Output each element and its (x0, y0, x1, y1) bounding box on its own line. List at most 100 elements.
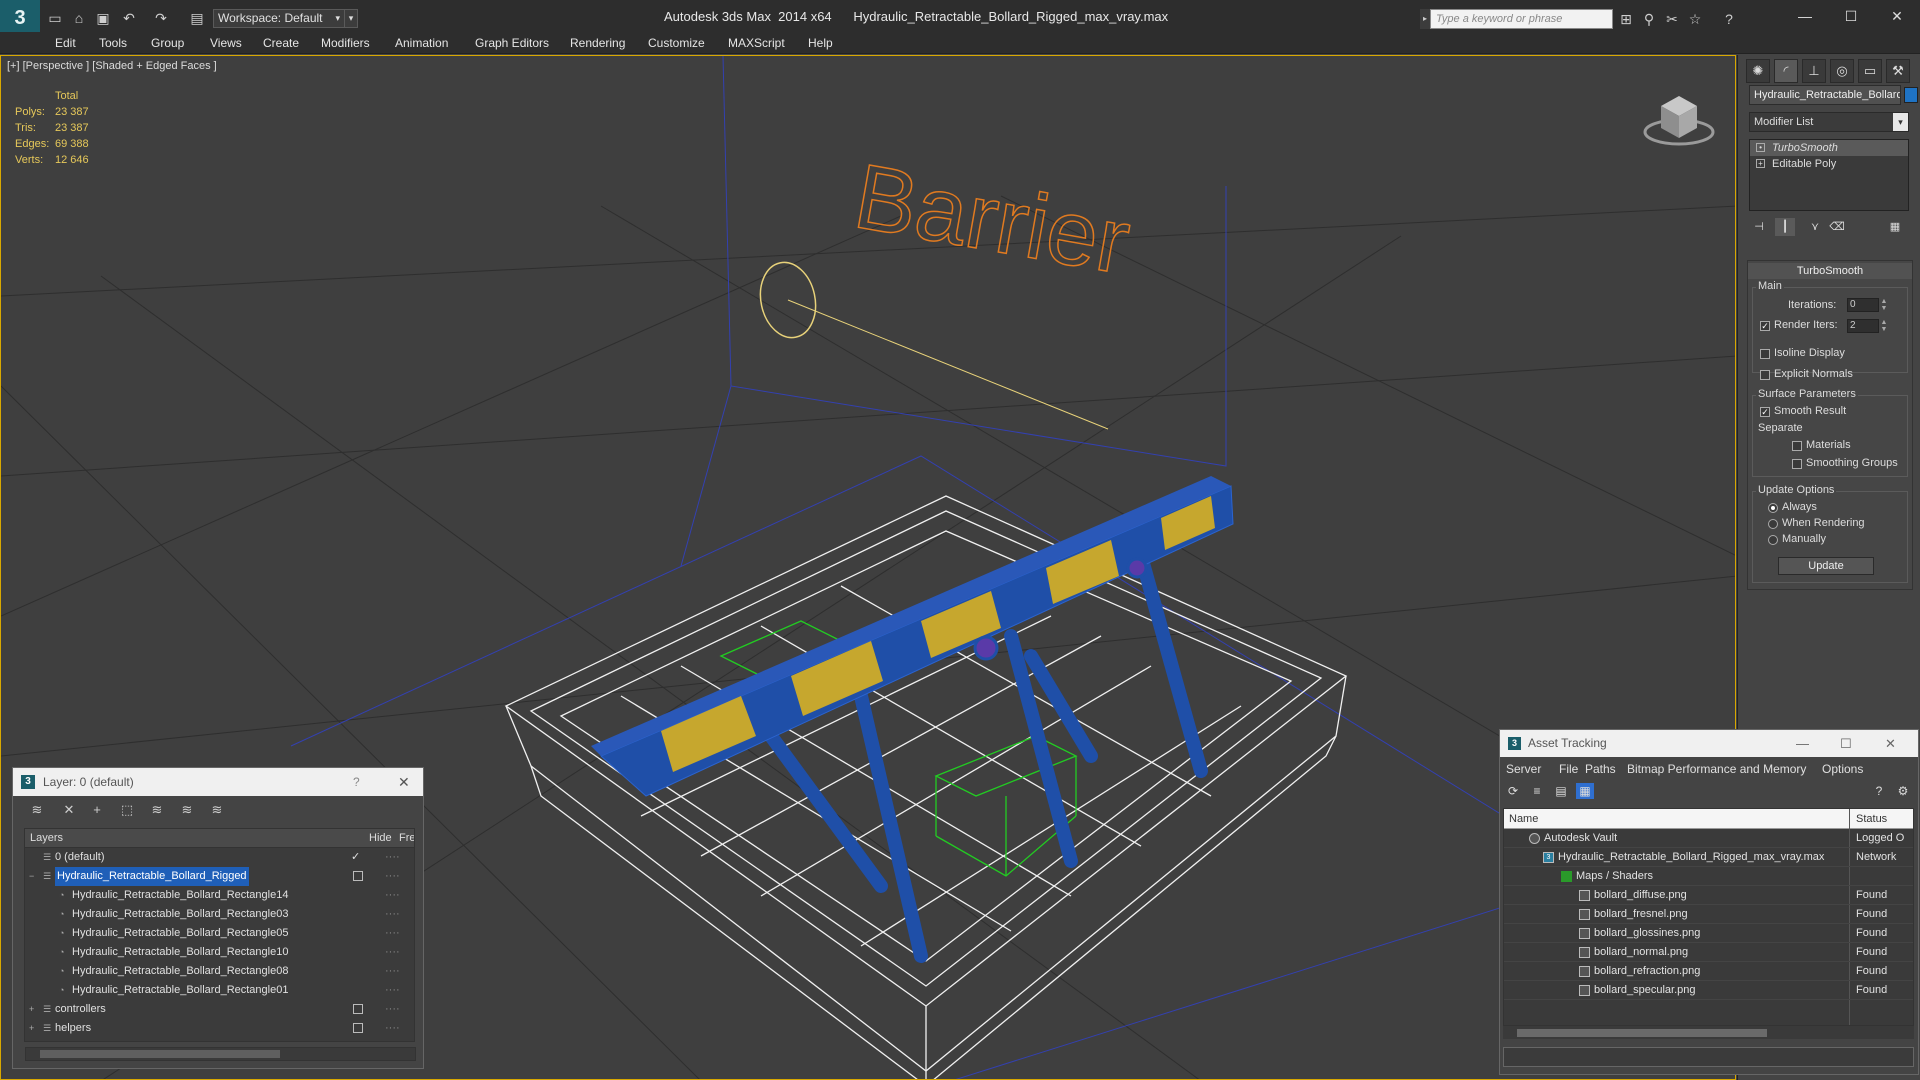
layer-list[interactable]: Layers Hide Free ☰0 (default)✓······ −☰H… (24, 828, 415, 1042)
maximize-button[interactable]: ☐ (1828, 4, 1874, 28)
hide-toggle[interactable]: ···· (385, 886, 400, 905)
asset-row[interactable]: 3 Hydraulic_Retractable_Bollard_Rigged_ma… (1504, 848, 1913, 867)
create-tab-icon[interactable]: ✺ (1746, 59, 1770, 83)
freeze-toggle[interactable]: ·· (413, 848, 414, 867)
isoline-display-checkbox[interactable] (1760, 349, 1770, 359)
refresh-icon[interactable]: ⟳ (1504, 783, 1522, 799)
menu-edit[interactable]: Edit (55, 36, 76, 50)
utilities-tab-icon[interactable]: ⚒ (1886, 59, 1910, 83)
hide-toggle[interactable] (353, 871, 363, 881)
layer-row[interactable]: ◔ Hydraulic_Retractable_Bollard_Rectangle… (25, 905, 414, 924)
spinner-arrows-icon[interactable]: ▲ ▼ (1880, 319, 1888, 333)
expand-icon[interactable]: + (29, 1019, 34, 1038)
hierarchy-tab-icon[interactable]: ⊥ (1802, 59, 1826, 83)
modify-tab-icon[interactable]: ◜ (1774, 59, 1798, 83)
menu-rendering[interactable]: Rendering (570, 36, 625, 50)
search-expand-icon[interactable]: ▸ (1420, 9, 1430, 29)
object-name-field[interactable]: Hydraulic_Retractable_Bollard (1749, 85, 1901, 105)
column-freeze[interactable]: Free (399, 832, 414, 844)
hide-toggle[interactable]: ···· (385, 924, 400, 943)
explicit-normals-checkbox[interactable] (1760, 370, 1770, 380)
barrier-text-shape[interactable]: Barrier (847, 144, 1138, 294)
layer-row[interactable]: ☰0 (default)✓······ (25, 848, 414, 867)
settings-icon[interactable]: ⚙ (1894, 783, 1912, 799)
open-file-icon[interactable]: ⌂ (70, 9, 88, 27)
scrollbar-thumb[interactable] (40, 1050, 280, 1058)
maximize-button[interactable]: ☐ (1840, 730, 1852, 757)
stack-item-editable-poly[interactable]: + Editable Poly (1750, 156, 1908, 172)
chevron-down-icon[interactable]: ▾ (1893, 113, 1908, 131)
configure-sets-icon[interactable]: ▦ (1885, 218, 1905, 236)
separate-materials-checkbox[interactable] (1792, 441, 1802, 451)
display-tab-icon[interactable]: ▭ (1858, 59, 1882, 83)
close-button[interactable]: ✕ (398, 768, 410, 796)
close-button[interactable]: ✕ (1874, 4, 1920, 28)
menu-paths[interactable]: Paths (1585, 762, 1616, 776)
menu-options[interactable]: Options (1822, 762, 1863, 776)
horizontal-scrollbar[interactable] (1503, 1025, 1914, 1039)
freeze-toggle[interactable]: ·· (413, 924, 414, 943)
asset-list[interactable]: Name Status Autodesk Vault Logged O 3 Hydr… (1503, 808, 1914, 1026)
freeze-toggle[interactable]: ·· (413, 981, 414, 1000)
smooth-result-checkbox[interactable]: ✓ (1760, 407, 1770, 417)
hide-toggle[interactable] (353, 1004, 363, 1014)
layer-row[interactable]: − ☰ Hydraulic_Retractable_Bollard_Rigged ··… (25, 867, 414, 886)
workspace-menu-icon[interactable]: ▾ (344, 9, 358, 28)
project-folder-icon[interactable]: ▤ (188, 9, 206, 27)
layer-row[interactable]: + ☰ helpers ···· (25, 1019, 414, 1038)
layer-row[interactable]: ◔ Hydraulic_Retractable_Bollard_Rectangle… (25, 943, 414, 962)
rollout-header[interactable]: TurboSmooth (1748, 263, 1912, 279)
undo-icon[interactable]: ↶ (120, 9, 138, 27)
select-objects-icon[interactable]: ⬚ (117, 801, 137, 819)
update-button[interactable]: Update (1778, 557, 1874, 575)
column-name[interactable]: Name (1509, 813, 1538, 825)
hide-toggle[interactable]: ···· (385, 981, 400, 1000)
horizontal-scrollbar[interactable] (25, 1047, 416, 1061)
minimize-button[interactable]: — (1796, 730, 1809, 757)
freeze-toggle[interactable]: ·· (413, 886, 414, 905)
save-file-icon[interactable]: ▣ (94, 9, 112, 27)
freeze-toggle[interactable]: ·· (413, 943, 414, 962)
remove-modifier-icon[interactable]: ⌫ (1827, 218, 1847, 236)
hide-toggle[interactable]: ···· (385, 943, 400, 962)
expand-icon[interactable]: + (29, 1000, 34, 1019)
menu-modifiers[interactable]: Modifiers (321, 36, 370, 50)
hide-toggle[interactable]: ···· (385, 962, 400, 981)
freeze-all-layers-icon[interactable]: ≋ (207, 801, 227, 819)
iterations-spinner[interactable]: 0 (1847, 298, 1879, 312)
layer-row[interactable]: ◔ Hydraulic_Retractable_Bollard_Rectangle… (25, 886, 414, 905)
modifier-stack[interactable]: • TurboSmooth + Editable Poly (1749, 139, 1909, 211)
asset-row[interactable]: Maps / Shaders (1504, 867, 1913, 886)
asset-window-title[interactable]: Asset Tracking (1500, 730, 1918, 757)
freeze-toggle[interactable]: ···· (385, 867, 400, 886)
layer-row[interactable]: ◔ Hydraulic_Retractable_Bollard_Rectangle… (25, 924, 414, 943)
menu-views[interactable]: Views (210, 36, 242, 50)
menu-graph-editors[interactable]: Graph Editors (475, 36, 549, 50)
update-manually-radio[interactable] (1768, 535, 1778, 545)
menu-tools[interactable]: Tools (99, 36, 127, 50)
hide-toggle[interactable]: ···· (385, 905, 400, 924)
menu-help[interactable]: Help (808, 36, 833, 50)
column-layers[interactable]: Layers (30, 832, 63, 844)
list-view-icon[interactable]: ≡ (1528, 783, 1546, 799)
menu-maxscript[interactable]: MAXScript (728, 36, 785, 50)
separate-smoothing-groups-checkbox[interactable] (1792, 459, 1802, 469)
minimize-button[interactable]: — (1782, 4, 1828, 28)
binoculars-icon[interactable]: ⊞ (1617, 10, 1635, 28)
menu-server[interactable]: Server (1506, 762, 1541, 776)
render-iters-checkbox[interactable]: ✓ (1760, 321, 1770, 331)
highlight-layers-icon[interactable]: ≋ (147, 801, 167, 819)
viewport-label[interactable]: [+] [Perspective ] [Shaded + Edged Faces… (7, 60, 217, 72)
help-icon[interactable]: ? (1720, 10, 1738, 28)
layer-row[interactable]: ◔ Hydraulic_Retractable_Bollard_Rectangle… (25, 981, 414, 1000)
update-always-radio[interactable] (1768, 503, 1778, 513)
pin-stack-icon[interactable]: ⊣ (1749, 218, 1769, 236)
asset-row[interactable]: bollard_glossines.png Found (1504, 924, 1913, 943)
asset-row[interactable]: bollard_specular.png Found (1504, 981, 1913, 1000)
object-color-swatch[interactable] (1904, 87, 1918, 103)
freeze-toggle[interactable]: ···· (385, 1019, 400, 1038)
new-file-icon[interactable]: ▭ (46, 9, 64, 27)
help-button[interactable]: ? (353, 768, 360, 796)
freeze-toggle[interactable]: ·· (413, 962, 414, 981)
bollard-base-frame[interactable] (504, 495, 1348, 1080)
